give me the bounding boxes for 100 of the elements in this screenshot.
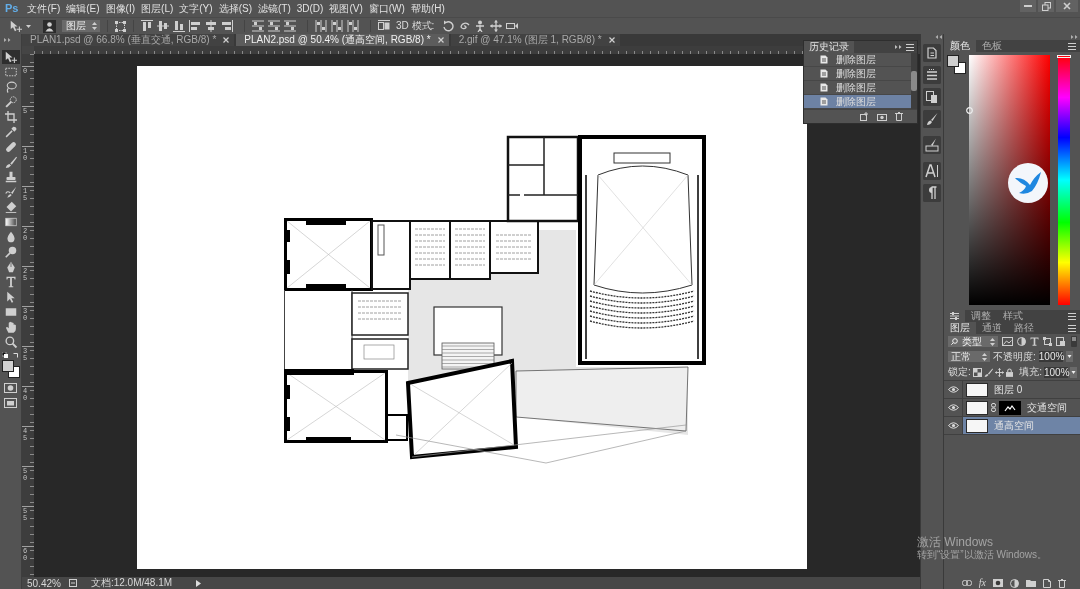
document-icon[interactable] xyxy=(68,579,77,587)
align-icon[interactable] xyxy=(205,20,217,32)
type-filter-icon[interactable] xyxy=(1030,337,1039,346)
caret-icon[interactable] xyxy=(1065,351,1073,362)
link-icon[interactable] xyxy=(961,580,972,586)
panel-tab[interactable]: 通道 xyxy=(976,322,1008,334)
trash-icon[interactable] xyxy=(1058,578,1066,588)
scrollbar-thumb[interactable] xyxy=(911,71,917,91)
minimize-button[interactable] xyxy=(1020,0,1036,12)
transform-controls-icon[interactable] xyxy=(115,20,126,32)
menu-item[interactable]: 文字(Y) xyxy=(176,2,216,15)
list-icon[interactable] xyxy=(923,66,941,84)
document-tab[interactable]: PLAN1.psd @ 66.8% (垂直交通, RGB/8) * xyxy=(22,34,235,46)
double-arrow-icon[interactable] xyxy=(935,35,942,39)
align-icon[interactable] xyxy=(173,20,185,32)
slider-icon[interactable] xyxy=(506,20,519,32)
fill-field[interactable]: 100% xyxy=(1044,366,1068,378)
brush-icon[interactable] xyxy=(983,367,993,377)
paragraph-icon[interactable] xyxy=(923,184,941,202)
panel-menu-icon[interactable] xyxy=(906,43,914,51)
align-icon[interactable] xyxy=(141,20,153,32)
panel-tab[interactable]: 样式 xyxy=(997,310,1029,322)
camera-icon[interactable] xyxy=(877,112,887,121)
eye-icon[interactable] xyxy=(947,404,959,411)
double-arrow-icon[interactable] xyxy=(1071,35,1078,39)
clone-source-icon[interactable] xyxy=(923,88,941,106)
layer-row[interactable]: 通高空间 xyxy=(944,417,1080,435)
distribute-icon[interactable] xyxy=(347,20,359,32)
panel-menu-icon[interactable] xyxy=(1068,42,1076,50)
history-state[interactable]: 删除图层 xyxy=(804,53,911,67)
move-tool-icon[interactable] xyxy=(10,20,22,32)
bird-icon[interactable] xyxy=(1008,163,1048,203)
restore-button[interactable] xyxy=(1038,0,1054,12)
caret-icon[interactable] xyxy=(1070,366,1077,378)
new-document-icon[interactable] xyxy=(860,112,869,121)
menu-item[interactable]: 窗口(W) xyxy=(365,2,408,15)
quick-mask-icon[interactable] xyxy=(4,383,17,393)
image-filter-icon[interactable] xyxy=(1002,337,1013,346)
double-arrow-icon[interactable] xyxy=(4,38,11,42)
default-colors-icon[interactable] xyxy=(2,352,8,358)
spiral-icon[interactable] xyxy=(458,20,471,32)
close-icon[interactable] xyxy=(608,37,615,43)
mask-thumbnail[interactable] xyxy=(999,400,1021,415)
foreground-swatch[interactable] xyxy=(1,360,14,372)
half-circle-icon[interactable] xyxy=(1017,337,1026,346)
panel-menu-icon[interactable] xyxy=(1068,324,1076,332)
menu-item[interactable]: 3D(D) xyxy=(293,2,327,15)
brush-icon[interactable] xyxy=(923,110,941,128)
menu-item[interactable]: 图层(L) xyxy=(138,2,177,15)
hue-slider-thumb[interactable] xyxy=(1057,55,1071,58)
link-icon[interactable] xyxy=(991,403,996,412)
cross-arrows-icon[interactable] xyxy=(490,20,503,32)
triangle-icon[interactable] xyxy=(196,579,202,587)
align-icon[interactable] xyxy=(189,20,201,32)
foreground-swatch[interactable] xyxy=(947,55,959,67)
double-arrow-icon[interactable] xyxy=(895,45,902,49)
hue-slider[interactable] xyxy=(1058,55,1070,305)
panel-tab[interactable]: 颜色 xyxy=(944,40,976,52)
layer-row[interactable]: 图层 0 xyxy=(944,381,1080,399)
auto-select-dropdown[interactable]: 图层 xyxy=(62,20,100,32)
filter-toggle-icon[interactable] xyxy=(1071,336,1077,347)
panel-menu-icon[interactable] xyxy=(1068,312,1076,320)
panel-tab[interactable]: 图层 xyxy=(944,322,976,334)
auto-select-icon[interactable] xyxy=(43,19,56,33)
move-tool-icon[interactable] xyxy=(1,50,20,64)
folder-icon[interactable] xyxy=(1026,579,1036,587)
half-circle-icon[interactable] xyxy=(1010,578,1019,588)
history-icon[interactable] xyxy=(923,44,941,62)
distribute-icon[interactable] xyxy=(268,20,280,32)
eye-icon[interactable] xyxy=(947,422,959,429)
trash-icon[interactable] xyxy=(895,112,903,121)
close-button[interactable] xyxy=(1056,0,1078,12)
menu-item[interactable]: 滤镜(T) xyxy=(254,2,294,15)
panel-tab[interactable]: 路径 xyxy=(1008,322,1040,334)
eye-icon[interactable] xyxy=(947,386,959,393)
scrollbar[interactable] xyxy=(911,53,917,109)
screen-mode-icon[interactable] xyxy=(4,398,17,408)
brush-preset-icon[interactable] xyxy=(923,136,941,154)
filter-dropdown[interactable]: 类型 xyxy=(948,336,998,347)
circular-arrow-icon[interactable] xyxy=(442,20,455,32)
menu-item[interactable]: 编辑(E) xyxy=(63,2,103,15)
document-tab[interactable]: PLAN2.psd @ 50.4% (通高空间, RGB/8) * xyxy=(236,34,449,46)
opacity-field[interactable]: 100% xyxy=(1038,351,1063,362)
shape-filter-icon[interactable] xyxy=(1043,337,1052,346)
distribute-icon[interactable] xyxy=(284,20,296,32)
smart-object-filter-icon[interactable] xyxy=(1056,337,1065,346)
checkerboard-icon[interactable] xyxy=(972,367,982,377)
panel-tab[interactable]: 调整 xyxy=(965,310,997,322)
panel-tab[interactable]: 历史记录 xyxy=(804,41,854,53)
close-icon[interactable] xyxy=(437,37,444,43)
menu-item[interactable]: 选择(S) xyxy=(215,2,255,15)
layer-style-button[interactable]: fx xyxy=(978,578,986,588)
lock-icon[interactable] xyxy=(1005,367,1013,377)
menu-item[interactable]: 视图(V) xyxy=(326,2,366,15)
caret-icon[interactable] xyxy=(26,24,31,28)
history-state[interactable]: 删除图层 xyxy=(804,67,911,81)
panel-tab[interactable]: 色板 xyxy=(976,40,1008,52)
blend-mode-dropdown[interactable]: 正常 xyxy=(948,351,990,362)
menu-item[interactable]: 帮助(H) xyxy=(407,2,448,15)
menu-item[interactable]: 文件(F) xyxy=(24,2,64,15)
